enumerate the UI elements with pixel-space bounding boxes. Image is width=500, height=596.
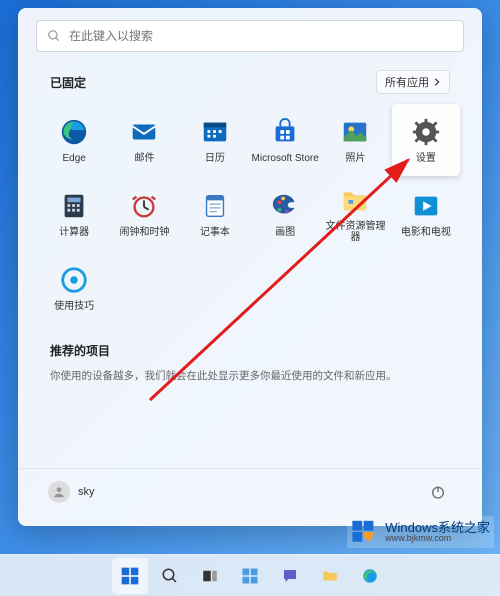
app-label: Microsoft Store	[252, 153, 319, 164]
app-label: 使用技巧	[54, 301, 94, 312]
app-label: 文件资源管理器	[321, 221, 389, 243]
app-calendar[interactable]: 日历	[181, 104, 249, 176]
app-label: 照片	[345, 153, 365, 164]
start-menu-panel: 已固定 所有应用 Edge 邮件 日历	[18, 8, 482, 526]
calculator-icon	[59, 191, 89, 221]
taskbar-chat-button[interactable]	[272, 558, 308, 594]
search-icon	[161, 567, 179, 585]
app-tips[interactable]: 使用技巧	[40, 252, 108, 324]
taskbar-taskview-button[interactable]	[192, 558, 228, 594]
photos-icon	[340, 117, 370, 147]
store-icon	[270, 117, 300, 147]
app-explorer[interactable]: 文件资源管理器	[321, 178, 389, 250]
app-mail[interactable]: 邮件	[110, 104, 178, 176]
app-edge[interactable]: Edge	[40, 104, 108, 176]
app-label: 日历	[205, 153, 225, 164]
app-paint[interactable]: 画图	[251, 178, 319, 250]
app-notepad[interactable]: 记事本	[181, 178, 249, 250]
user-name: sky	[78, 486, 95, 498]
calendar-icon	[200, 117, 230, 147]
watermark-logo-icon	[351, 518, 379, 546]
folder-icon	[321, 567, 339, 585]
search-icon	[47, 29, 61, 43]
taskbar	[0, 554, 500, 596]
user-account-button[interactable]: sky	[48, 481, 95, 503]
avatar	[48, 481, 70, 503]
taskbar-widgets-button[interactable]	[232, 558, 268, 594]
folder-icon	[340, 185, 370, 215]
pinned-title: 已固定	[50, 74, 86, 91]
gear-icon	[411, 117, 441, 147]
watermark-url: www.bjkmw.com	[385, 534, 490, 543]
app-calculator[interactable]: 计算器	[40, 178, 108, 250]
tips-icon	[59, 265, 89, 295]
app-label: 设置	[416, 153, 436, 164]
chevron-right-icon	[433, 78, 441, 86]
recommended-title: 推荐的项目	[50, 342, 450, 359]
taskview-icon	[201, 567, 219, 585]
taskbar-start-button[interactable]	[112, 558, 148, 594]
clock-icon	[129, 191, 159, 221]
widgets-icon	[241, 567, 259, 585]
app-clock[interactable]: 闹钟和时钟	[110, 178, 178, 250]
power-button[interactable]	[424, 478, 452, 506]
all-apps-label: 所有应用	[385, 74, 429, 90]
app-label: 记事本	[200, 227, 230, 238]
movies-icon	[411, 191, 441, 221]
all-apps-button[interactable]: 所有应用	[376, 70, 450, 94]
taskbar-search-button[interactable]	[152, 558, 188, 594]
app-settings[interactable]: 设置	[392, 104, 460, 176]
start-footer: sky	[18, 468, 482, 514]
chat-icon	[281, 567, 299, 585]
pinned-header: 已固定 所有应用	[18, 70, 482, 104]
app-label: 计算器	[59, 227, 89, 238]
app-label: 邮件	[134, 153, 154, 164]
pinned-grid: Edge 邮件 日历 Microsoft Store 照片	[18, 104, 482, 324]
app-label: Edge	[62, 153, 85, 164]
edge-icon	[59, 117, 89, 147]
app-msstore[interactable]: Microsoft Store	[251, 104, 319, 176]
taskbar-explorer-button[interactable]	[312, 558, 348, 594]
edge-icon	[361, 567, 379, 585]
windows-icon	[120, 566, 140, 586]
search-box[interactable]	[36, 20, 464, 52]
power-icon	[430, 484, 446, 500]
mail-icon	[129, 117, 159, 147]
app-photos[interactable]: 照片	[321, 104, 389, 176]
app-label: 电影和电视	[401, 227, 451, 238]
notepad-icon	[200, 191, 230, 221]
paint-icon	[270, 191, 300, 221]
app-label: 闹钟和时钟	[119, 227, 169, 238]
taskbar-edge-button[interactable]	[352, 558, 388, 594]
app-label: 画图	[275, 227, 295, 238]
app-movies[interactable]: 电影和电视	[392, 178, 460, 250]
watermark: Windows系统之家 www.bjkmw.com	[347, 516, 494, 548]
recommended-section: 推荐的项目 你使用的设备越多，我们就会在此处显示更多你最近使用的文件和新应用。	[18, 324, 482, 402]
recommended-text: 你使用的设备越多，我们就会在此处显示更多你最近使用的文件和新应用。	[50, 369, 450, 384]
search-input[interactable]	[69, 29, 453, 43]
